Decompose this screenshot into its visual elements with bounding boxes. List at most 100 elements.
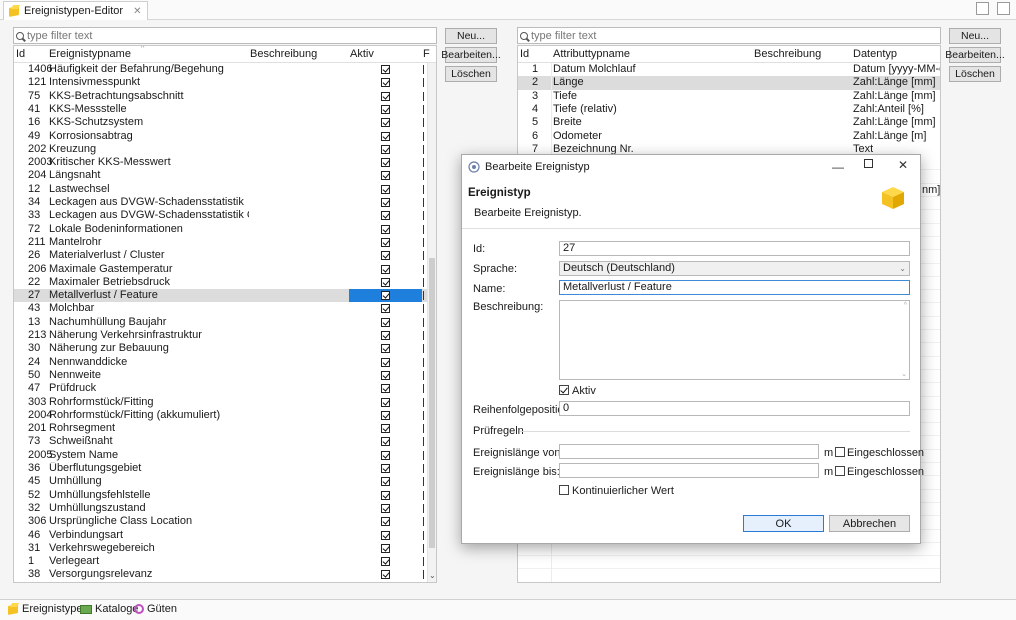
aktiv-checkbox[interactable] — [381, 65, 390, 74]
table-row[interactable]: 1406 Häufigkeit der Befahrung/Begehung — [14, 63, 436, 76]
right-filter-input[interactable]: type filter text — [517, 27, 941, 44]
kontinuierlich-checkbox[interactable] — [559, 485, 569, 495]
column-header-name[interactable]: Ereignistypname — [49, 48, 131, 60]
id-field[interactable]: 27 — [559, 241, 910, 256]
aktiv-checkbox[interactable] — [381, 277, 390, 287]
column-header-beschreibung[interactable]: Beschreibung — [754, 48, 821, 60]
column-header-aktiv[interactable]: Aktiv — [350, 48, 374, 60]
column-header-f[interactable]: F — [423, 48, 430, 60]
left-edit-button[interactable]: Bearbeiten... — [441, 47, 501, 63]
table-row[interactable]: 306 Ursprüngliche Class Location — [14, 515, 436, 528]
aktiv-checkbox[interactable] — [381, 317, 390, 327]
aktiv-checkbox[interactable] — [381, 224, 390, 234]
aktiv-checkbox[interactable] — [381, 251, 390, 261]
table-row[interactable]: 303 Rohrformstück/Fitting — [14, 396, 436, 409]
aktiv-checkbox[interactable] — [381, 384, 390, 394]
aktiv-checkbox[interactable] — [559, 385, 569, 395]
close-icon[interactable]: ✕ — [898, 158, 908, 172]
aktiv-checkbox[interactable] — [381, 184, 390, 194]
sprache-select[interactable]: Deutsch (Deutschland) ⌄ — [559, 261, 910, 276]
aktiv-checkbox[interactable] — [381, 264, 390, 274]
table-row[interactable]: 121 Intensivmesspunkt — [14, 76, 436, 89]
column-header-attributtypname[interactable]: Attributtypname — [553, 48, 630, 60]
table-row[interactable]: 73 Schweißnaht — [14, 435, 436, 448]
aktiv-checkbox[interactable] — [381, 503, 390, 513]
left-table-scrollbar[interactable]: ⌄ — [427, 63, 436, 582]
aktiv-checkbox[interactable] — [381, 118, 390, 128]
laenge-bis-field[interactable] — [559, 463, 819, 478]
table-row[interactable]: 1 Datum Molchlauf Datum [yyyy-MM-dd] — [518, 63, 940, 76]
scrollbar-thumb[interactable] — [429, 258, 435, 548]
name-field[interactable]: Metallverlust / Feature — [559, 280, 910, 295]
scroll-down-icon[interactable]: ⌄ — [429, 571, 436, 580]
column-header-id[interactable]: Id — [520, 48, 529, 60]
aktiv-checkbox[interactable] — [381, 490, 390, 500]
column-header-datentyp[interactable]: Datentyp — [853, 48, 897, 60]
table-row[interactable]: 31 Verkehrswegebereich — [14, 542, 436, 555]
aktiv-checkbox[interactable] — [381, 91, 390, 101]
table-row[interactable]: 34 Leckagen aus DVGW-Schadensstatistik — [14, 196, 436, 209]
left-new-button[interactable]: Neu... — [445, 28, 497, 44]
aktiv-checkbox[interactable] — [381, 370, 390, 380]
aktiv-checkbox[interactable] — [381, 131, 390, 141]
aktiv-checkbox[interactable] — [381, 304, 390, 314]
table-row[interactable]: 50 Nennweite — [14, 369, 436, 382]
aktiv-checkbox[interactable] — [381, 437, 390, 447]
table-row[interactable]: 2 Länge Zahl:Länge [mm] — [518, 76, 940, 90]
table-row[interactable]: 36 Überflutungsgebiet — [14, 462, 436, 475]
table-row[interactable]: 204 Längsnaht — [14, 169, 436, 182]
aktiv-checkbox[interactable] — [381, 464, 390, 473]
table-row[interactable]: 213 Näherung Verkehrsinfrastruktur — [14, 329, 436, 342]
aktiv-checkbox[interactable] — [381, 557, 390, 567]
table-row[interactable]: 206 Maximale Gastemperatur — [14, 263, 436, 276]
table-row[interactable]: 33 Leckagen aus DVGW-Schadensstatistik Ge… — [14, 209, 436, 222]
minimize-icon[interactable]: — — [832, 160, 844, 174]
table-row[interactable]: 30 Näherung zur Bebauung — [14, 342, 436, 355]
tab-kataloge[interactable]: Kataloge — [80, 603, 138, 615]
table-row[interactable]: 47 Prüfdruck — [14, 382, 436, 395]
aktiv-checkbox[interactable] — [381, 570, 390, 580]
von-eingeschlossen-checkbox[interactable] — [835, 447, 845, 457]
tab-ereignistypen[interactable]: Ereignistypen — [7, 603, 89, 615]
aktiv-checkbox[interactable] — [381, 211, 390, 221]
table-row[interactable]: 202 Kreuzung — [14, 143, 436, 156]
table-row[interactable]: 4 Tiefe (relativ) Zahl:Anteil [%] — [518, 103, 940, 116]
table-row[interactable]: 13 Nachumhüllung Baujahr — [14, 316, 436, 329]
table-row[interactable]: 211 Mantelrohr — [14, 236, 436, 249]
scroll-down-icon[interactable]: ⌄ — [901, 370, 907, 378]
table-row[interactable]: 43 Molchbar — [14, 302, 436, 315]
aktiv-checkbox[interactable] — [381, 291, 390, 301]
aktiv-checkbox[interactable] — [381, 530, 390, 540]
beschreibung-textarea[interactable]: ^ ⌄ — [559, 300, 910, 380]
table-row[interactable]: 2003 Kritischer KKS-Messwert — [14, 156, 436, 169]
aktiv-checkbox[interactable] — [381, 543, 390, 553]
laenge-von-field[interactable] — [559, 444, 819, 459]
table-row[interactable]: 49 Korrosionsabtrag — [14, 130, 436, 143]
table-row[interactable]: 3 Tiefe Zahl:Länge [mm] — [518, 90, 940, 103]
ok-button[interactable]: OK — [743, 515, 824, 532]
bis-eingeschlossen-checkbox[interactable] — [835, 466, 845, 476]
aktiv-checkbox[interactable] — [381, 331, 390, 340]
table-row[interactable]: 38 Versorgungsrelevanz — [14, 568, 436, 581]
reihenfolge-field[interactable]: 0 — [559, 401, 910, 416]
left-filter-input[interactable]: type filter text — [13, 27, 437, 44]
table-row[interactable]: 32 Umhüllungszustand — [14, 502, 436, 515]
table-row[interactable]: 46 Verbindungsart — [14, 529, 436, 542]
table-row[interactable]: 27 Metallverlust / Feature — [14, 289, 436, 303]
aktiv-checkbox[interactable] — [381, 198, 390, 207]
table-row[interactable]: 41 KKS-Messstelle — [14, 103, 436, 116]
right-delete-button[interactable]: Löschen — [949, 66, 1001, 82]
table-row[interactable]: 1 Verlegeart — [14, 555, 436, 568]
table-row[interactable]: 16 KKS-Schutzsystem — [14, 116, 436, 129]
aktiv-checkbox[interactable] — [381, 517, 390, 527]
right-edit-button[interactable]: Bearbeiten... — [945, 47, 1005, 63]
aktiv-checkbox[interactable] — [381, 344, 390, 354]
right-new-button[interactable]: Neu... — [949, 28, 1001, 44]
column-header-id[interactable]: Id — [16, 48, 25, 60]
left-delete-button[interactable]: Löschen — [445, 66, 497, 82]
table-row[interactable]: 6 Odometer Zahl:Länge [m] — [518, 130, 940, 143]
column-header-beschreibung[interactable]: Beschreibung — [250, 48, 317, 60]
maximize-icon[interactable] — [864, 159, 873, 168]
table-row[interactable]: 24 Nennwanddicke — [14, 356, 436, 369]
aktiv-checkbox[interactable] — [381, 144, 390, 154]
